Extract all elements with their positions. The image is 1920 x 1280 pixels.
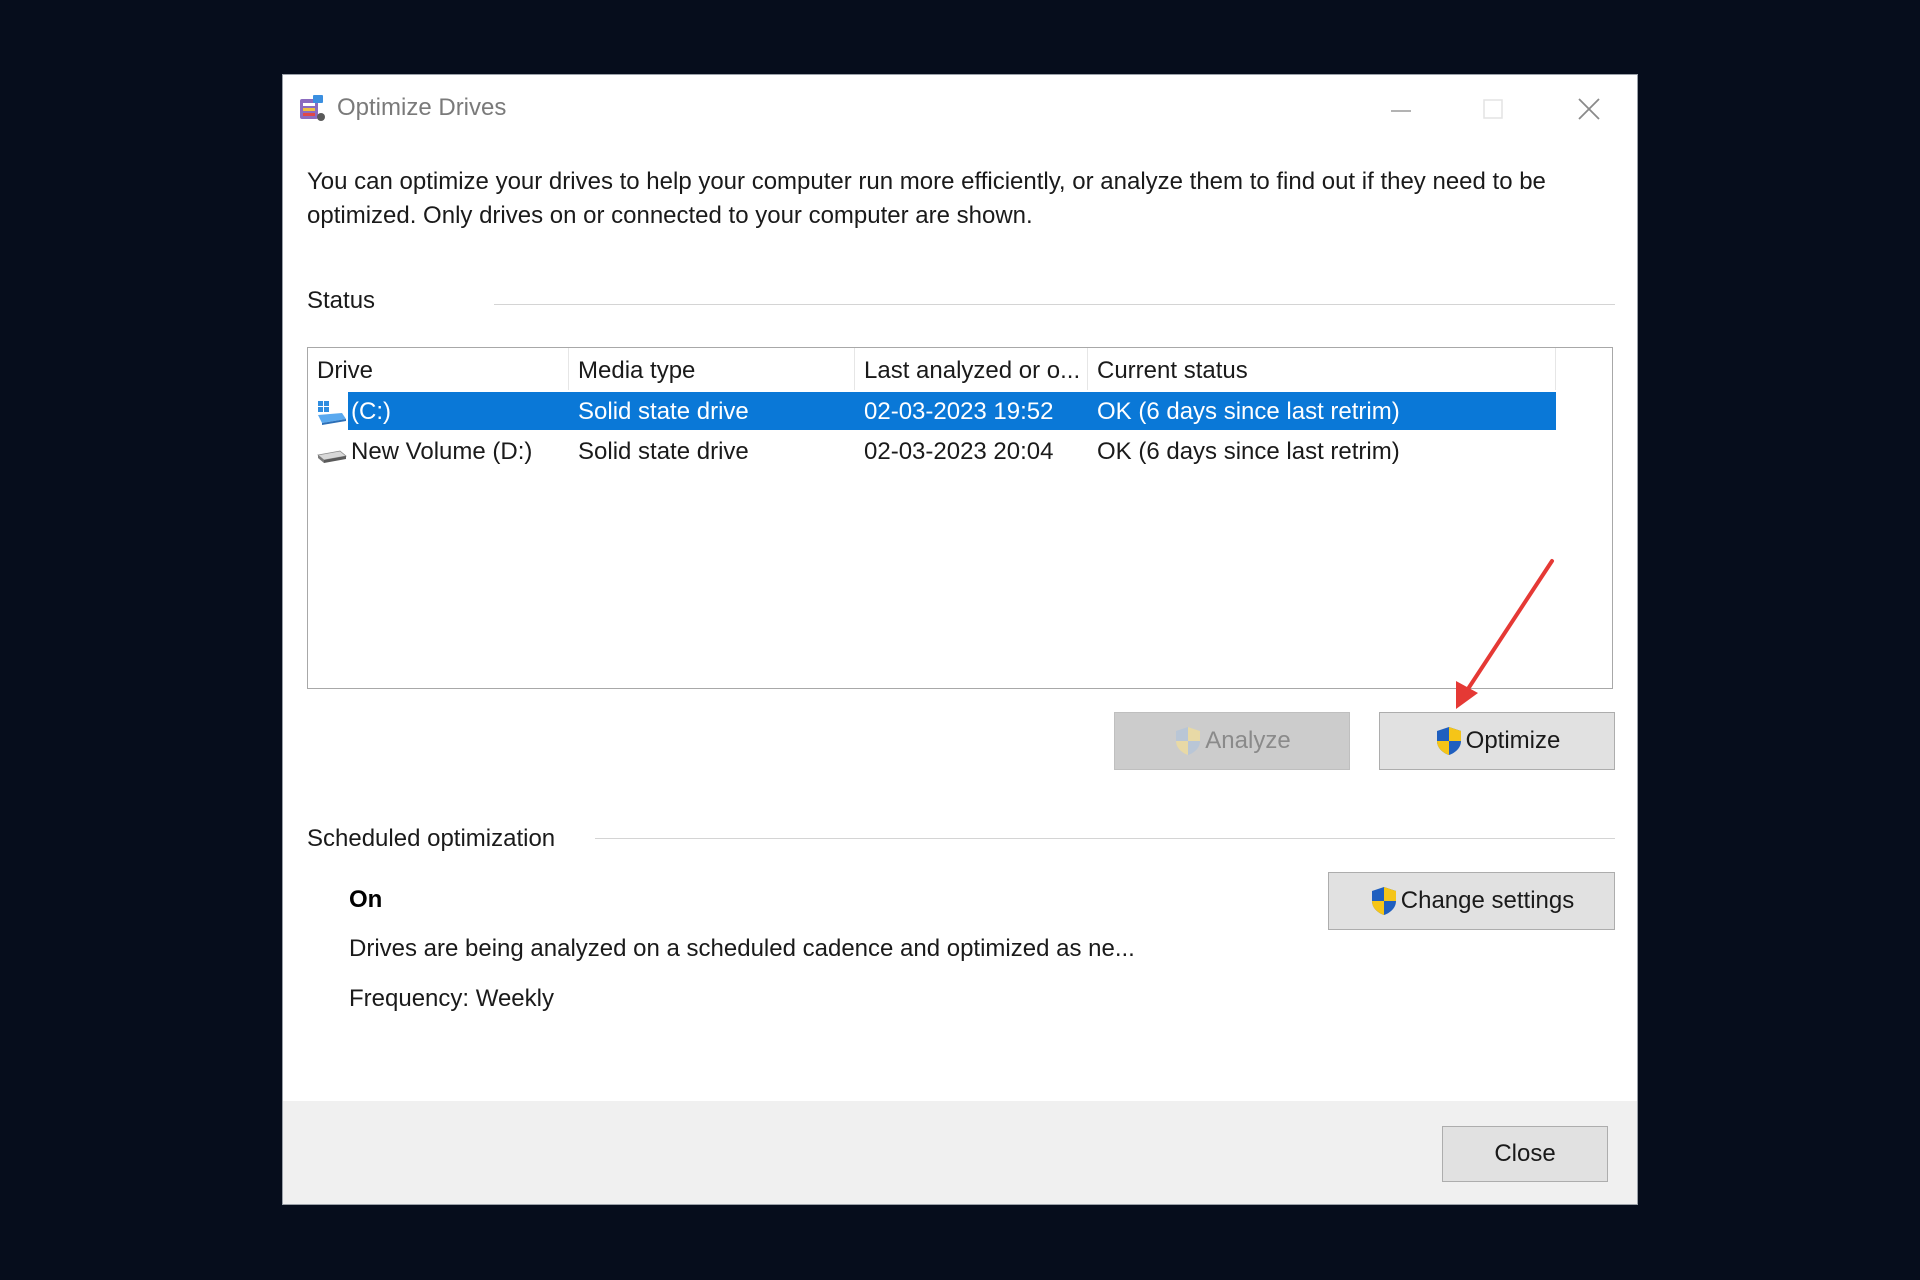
drives-list-header: Drive Media type Last analyzed or o... C… — [308, 348, 1612, 390]
title-bar[interactable]: Optimize Drives — [283, 75, 1637, 137]
scheduled-description: Drives are being analyzed on a scheduled… — [349, 935, 1135, 962]
scheduled-state: On — [349, 886, 383, 913]
drive-last-analyzed: 02-03-2023 19:52 — [864, 398, 1054, 425]
change-settings-label: Change settings — [1400, 887, 1575, 914]
dialog-footer — [283, 1101, 1637, 1204]
uac-shield-icon — [1371, 887, 1396, 915]
drive-media-type: Solid state drive — [578, 438, 749, 465]
maximize-button — [1463, 89, 1523, 129]
status-group-label: Status — [307, 287, 376, 314]
column-header-last-analyzed[interactable]: Last analyzed or o... — [855, 348, 1088, 390]
column-header-media-type[interactable]: Media type — [569, 348, 855, 390]
uac-shield-icon — [1436, 727, 1461, 755]
analyze-label: Analyze — [1205, 727, 1291, 754]
description-text: You can optimize your drives to help you… — [307, 168, 1546, 229]
drive-last-analyzed: 02-03-2023 20:04 — [864, 438, 1054, 465]
optimize-label: Optimize — [1465, 727, 1561, 754]
scheduled-divider — [595, 838, 1615, 839]
drive-name: (C:) — [351, 398, 391, 425]
annotation-arrow-icon — [1456, 559, 1554, 709]
column-header-drive[interactable]: Drive — [308, 348, 569, 390]
scheduled-optimization-label: Scheduled optimization — [307, 825, 556, 852]
uac-shield-icon — [1176, 727, 1201, 755]
close-icon — [1578, 98, 1600, 120]
optimize-drives-app-icon — [300, 95, 325, 121]
drive-name: New Volume (D:) — [351, 438, 533, 465]
window-title: Optimize Drives — [337, 94, 507, 121]
scheduled-frequency: Frequency: Weekly — [349, 985, 554, 1012]
analyze-button: Analyze — [1114, 712, 1350, 770]
maximize-icon — [1483, 99, 1503, 119]
minimize-icon — [1391, 110, 1411, 112]
minimize-button[interactable] — [1371, 89, 1431, 129]
windows-drive-icon — [318, 401, 346, 425]
close-window-button[interactable] — [1559, 89, 1619, 129]
drive-row-d[interactable]: New Volume (D:) Solid state drive 02-03-… — [308, 432, 1556, 470]
drive-media-type: Solid state drive — [578, 398, 749, 425]
drive-row-c[interactable]: (C:) Solid state drive 02-03-2023 19:52 … — [308, 392, 1556, 430]
status-divider — [494, 304, 1615, 305]
column-header-current-status[interactable]: Current status — [1088, 348, 1556, 390]
drive-current-status: OK (6 days since last retrim) — [1097, 398, 1400, 425]
drive-current-status: OK (6 days since last retrim) — [1097, 438, 1400, 465]
drives-list[interactable]: Drive Media type Last analyzed or o... C… — [307, 347, 1613, 689]
optimize-button[interactable]: Optimize — [1379, 712, 1615, 770]
change-settings-button[interactable]: Change settings — [1328, 872, 1615, 930]
close-button[interactable]: Close — [1442, 1126, 1608, 1182]
drive-icon — [317, 450, 347, 463]
